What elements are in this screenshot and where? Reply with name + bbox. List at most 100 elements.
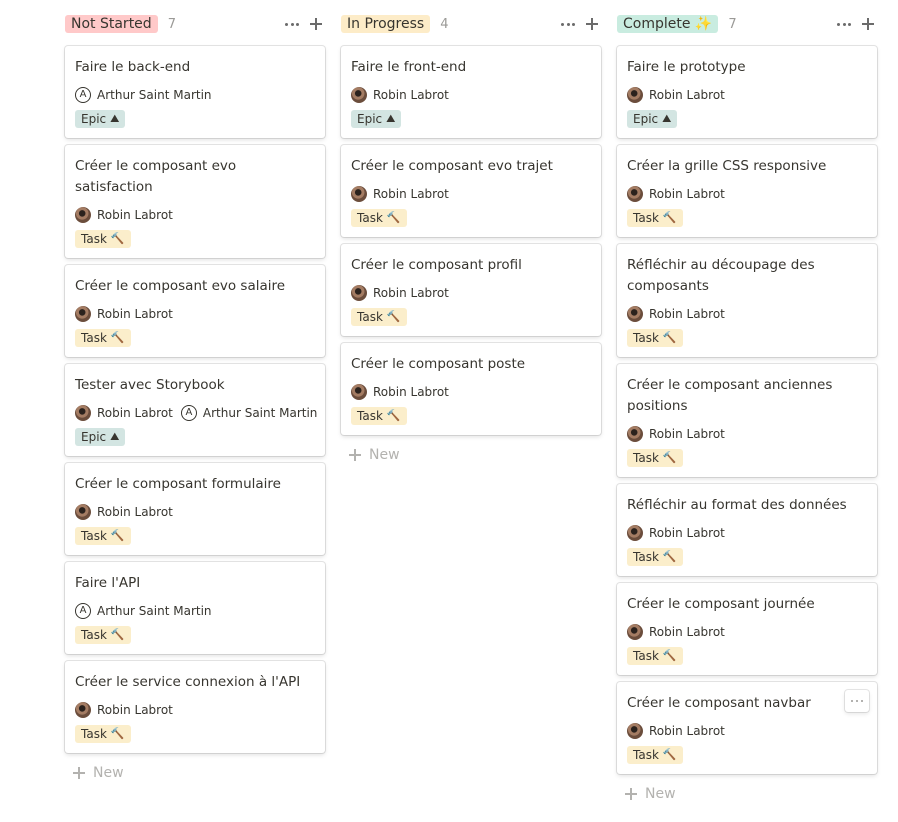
task-card[interactable]: Créer le composant poste Robin Labrot Task… [341, 343, 601, 435]
card-title: Faire l'API [75, 575, 141, 591]
avatar [75, 405, 91, 421]
column-add-button[interactable] [307, 14, 325, 34]
tag-label: Epic [81, 112, 107, 126]
tag-label: Task [81, 727, 107, 741]
type-tag: Task 🔨 [75, 329, 131, 347]
column-more-button[interactable] [835, 14, 853, 34]
hammer-icon: 🔨 [662, 649, 677, 662]
assignee: Robin Labrot [351, 186, 449, 202]
assignee: Robin Labrot [627, 525, 725, 541]
assignee: Robin Labrot [75, 702, 173, 718]
card-assignees: Robin Labrot [351, 383, 457, 401]
column-add-button[interactable] [583, 14, 601, 34]
task-card[interactable]: Créer le composant anciennes positions Ro… [617, 364, 877, 477]
avatar [627, 723, 643, 739]
column-header: Complete ✨ 7 [617, 12, 879, 36]
hammer-icon: 🔨 [662, 550, 677, 563]
hammer-icon: 🔨 [110, 232, 125, 245]
avatar [627, 426, 643, 442]
column-status-badge[interactable]: Complete ✨ [617, 15, 719, 33]
avatar [351, 384, 367, 400]
tag-label: Epic [633, 112, 659, 126]
task-card[interactable]: Faire le front-end Robin Labrot Epic ⛰ [341, 46, 601, 138]
column-status-badge[interactable]: Not Started [65, 15, 158, 33]
hammer-icon: 🔨 [110, 529, 125, 542]
card-more-button[interactable] [845, 690, 869, 712]
assignee-name: Robin Labrot [373, 88, 449, 102]
task-card[interactable]: Créer le composant evo satisfaction Robin… [65, 145, 325, 258]
new-card-button[interactable]: New [349, 444, 400, 466]
type-tag: Task 🔨 [351, 308, 407, 326]
type-tag: Task 🔨 [627, 209, 683, 227]
task-card[interactable]: Créer la grille CSS responsive Robin Labr… [617, 145, 877, 237]
assignee: Robin Labrot [75, 504, 173, 520]
assignee-name: Robin Labrot [649, 625, 725, 639]
task-card[interactable]: Faire l'API A Arthur Saint Martin Task 🔨 [65, 562, 325, 654]
board-column: In Progress 4 Faire le front-end Robin Labr… [341, 12, 603, 463]
card-title: Créer le composant formulaire [75, 476, 281, 492]
task-card[interactable]: Créer le composant evo salaire Robin Labr… [65, 265, 325, 357]
plus-icon [310, 18, 322, 30]
assignee-name: Robin Labrot [649, 307, 725, 321]
avatar-letter-icon: A [75, 603, 91, 619]
card-title: Créer le composant evo trajet [351, 158, 553, 174]
assignee: Robin Labrot [627, 426, 725, 442]
column-more-button[interactable] [283, 14, 301, 34]
tag-label: Task [633, 211, 659, 225]
tag-label: Task [81, 529, 107, 543]
card-assignees: Robin Labrot A Arthur Saint Martin [75, 404, 325, 422]
column-name: Complete [623, 16, 691, 32]
tag-label: Task [633, 550, 659, 564]
task-card[interactable]: Créer le composant evo trajet Robin Labro… [341, 145, 601, 237]
hammer-icon: 🔨 [386, 409, 401, 422]
card-assignees: Robin Labrot [627, 86, 733, 104]
card-title: Créer le composant profil [351, 257, 522, 273]
column-actions [559, 14, 601, 34]
avatar [351, 87, 367, 103]
card-title: Créer le service connexion à l'API [75, 674, 301, 690]
assignee-name: Robin Labrot [649, 88, 725, 102]
tag-label: Epic [357, 112, 383, 126]
assignee-name: Robin Labrot [97, 208, 173, 222]
mountain-icon: ⛰ [110, 112, 120, 125]
assignee-name: Robin Labrot [97, 406, 173, 420]
hammer-icon: 🔨 [662, 331, 677, 344]
card-assignees: Robin Labrot [75, 503, 181, 521]
tag-label: Task [81, 628, 107, 642]
card-assignees: Robin Labrot [75, 305, 181, 323]
task-card[interactable]: Faire le back-end A Arthur Saint Martin Epi… [65, 46, 325, 138]
hammer-icon: 🔨 [110, 628, 125, 641]
assignee-name: Robin Labrot [97, 307, 173, 321]
column-status-badge[interactable]: In Progress [341, 15, 431, 33]
avatar [75, 207, 91, 223]
type-tag: Epic ⛰ [627, 110, 678, 128]
card-title: Créer le composant navbar [627, 695, 811, 711]
assignee-name: Arthur Saint Martin [202, 406, 318, 420]
hammer-icon: 🔨 [386, 310, 401, 323]
assignee-name: Arthur Saint Martin [97, 604, 212, 618]
new-label: New [645, 786, 676, 802]
task-card[interactable]: Tester avec Storybook Robin Labrot A Arthur… [65, 364, 325, 456]
task-card[interactable]: Réfléchir au format des données Robin Lab… [617, 484, 877, 576]
card-assignees: Robin Labrot [627, 623, 733, 641]
task-card[interactable]: Créer le composant formulaire Robin Labro… [65, 463, 325, 555]
column-more-button[interactable] [559, 14, 577, 34]
avatar [627, 306, 643, 322]
card-title: Faire le back-end [75, 59, 191, 75]
type-tag: Task 🔨 [627, 329, 683, 347]
tag-label: Task [357, 211, 383, 225]
task-card[interactable]: Créer le composant navbar Robin Labrot Tas… [617, 682, 877, 774]
task-card[interactable]: Créer le composant journée Robin Labrot Ta… [617, 583, 877, 675]
assignee: A Arthur Saint Martin [75, 603, 212, 619]
column-add-button[interactable] [859, 14, 877, 34]
new-card-button[interactable]: New [73, 762, 124, 784]
card-assignees: Robin Labrot [75, 206, 181, 224]
task-card[interactable]: Réfléchir au découpage des composants Rob… [617, 244, 877, 357]
task-card[interactable]: Créer le composant profil Robin Labrot Tas… [341, 244, 601, 336]
new-card-button[interactable]: New [625, 783, 676, 805]
task-card[interactable]: Créer le service connexion à l'API Robin … [65, 661, 325, 753]
card-title: Créer le composant journée [627, 596, 815, 612]
card-title: Réfléchir au format des données [627, 497, 847, 513]
card-title: Réfléchir au découpage des composants [627, 257, 815, 294]
task-card[interactable]: Faire le prototype Robin Labrot Epic ⛰ [617, 46, 877, 138]
